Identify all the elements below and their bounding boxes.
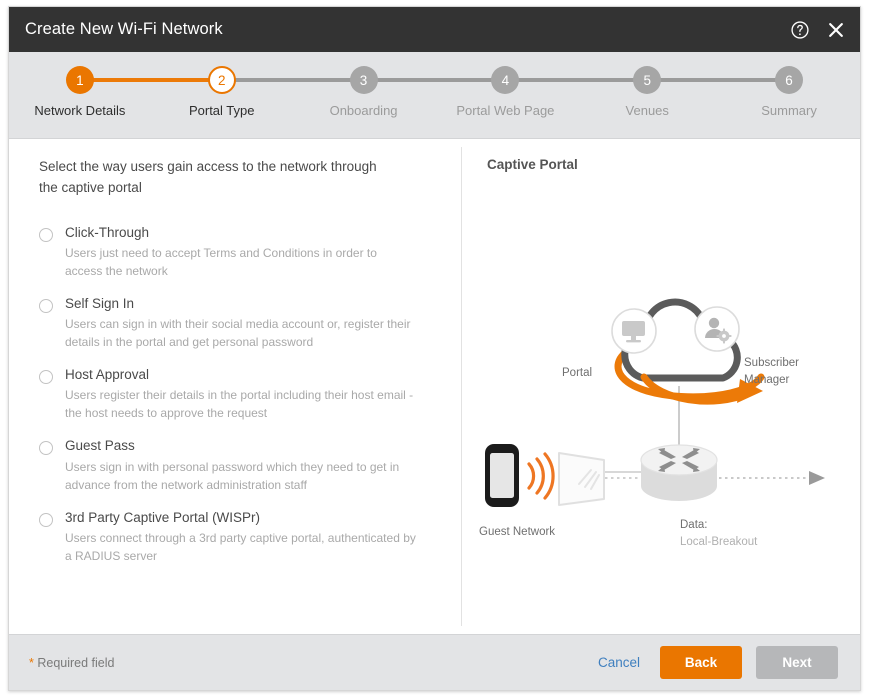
- radio-icon[interactable]: [39, 299, 53, 314]
- option-label: 3rd Party Captive Portal (WISPr): [65, 509, 261, 525]
- step-bubble[interactable]: 6: [775, 66, 804, 94]
- back-button[interactable]: Back: [660, 646, 742, 679]
- step-label: Summary: [761, 103, 817, 118]
- titlebar-actions: [790, 20, 846, 40]
- option-text: Click-Through Users just need to accept …: [65, 225, 439, 280]
- step-bubble[interactable]: 2: [207, 66, 236, 94]
- option-description: Users connect through a 3rd party captiv…: [65, 530, 416, 563]
- wizard-stepper: 1 Network Details 2 Portal Type 3 Onboar…: [9, 52, 860, 139]
- radio-icon[interactable]: [39, 441, 53, 456]
- option-description: Users just need to accept Terms and Cond…: [65, 246, 377, 279]
- option-description: Users sign in with personal password whi…: [65, 459, 400, 492]
- subscriber-icon-circle: [694, 306, 740, 352]
- option-label: Guest Pass: [65, 438, 135, 454]
- option-description: Users can sign in with their social medi…: [65, 317, 411, 350]
- wizard-dialog: Create New Wi-Fi Network 1 Network Detai…: [8, 6, 861, 691]
- option-label: Host Approval: [65, 367, 150, 383]
- subscriber-manager-label-line1: Subscriber: [744, 357, 799, 369]
- portal-type-options-pane: Select the way users gain access to the …: [9, 139, 461, 634]
- data-label-line2: Local-Breakout: [680, 536, 758, 548]
- arrow-right-icon: [809, 471, 825, 485]
- guest-network-label: Guest Network: [479, 526, 556, 538]
- option-third-party-captive-portal[interactable]: 3rd Party Captive Portal (WISPr) Users c…: [39, 510, 439, 565]
- required-field-note: * Required field: [29, 656, 592, 670]
- step-portal-type[interactable]: 2 Portal Type: [150, 52, 293, 138]
- router-icon: [640, 444, 718, 501]
- option-text: Host Approval Users register their detai…: [65, 367, 439, 422]
- option-self-sign-in[interactable]: Self Sign In Users can sign in with thei…: [39, 296, 439, 351]
- radio-icon[interactable]: [39, 512, 53, 527]
- portal-label: Portal: [562, 367, 593, 379]
- radio-icon[interactable]: [39, 370, 53, 385]
- option-guest-pass[interactable]: Guest Pass Users sign in with personal p…: [39, 438, 439, 493]
- option-text: Guest Pass Users sign in with personal p…: [65, 438, 439, 493]
- option-text: 3rd Party Captive Portal (WISPr) Users c…: [65, 510, 439, 565]
- close-icon[interactable]: [826, 20, 846, 40]
- step-network-details[interactable]: 1 Network Details: [9, 52, 151, 138]
- option-label: Self Sign In: [65, 296, 135, 312]
- required-field-text: Required field: [37, 655, 115, 670]
- wifi-waves-icon: [527, 452, 555, 500]
- diagram-pane: Captive Portal Portal Subscriber Manager…: [461, 139, 860, 634]
- footer-buttons: Cancel Back Next: [592, 646, 838, 679]
- step-label: Venues: [625, 103, 669, 118]
- instruction-text: Select the way users gain access to the …: [39, 159, 377, 195]
- step-label: Portal Web Page: [456, 103, 555, 118]
- access-point-icon: [558, 452, 605, 506]
- dialog-footer: * Required field Cancel Back Next: [9, 634, 860, 690]
- dialog-title: Create New Wi-Fi Network: [25, 20, 223, 38]
- step-label: Onboarding: [329, 103, 398, 118]
- step-list: 1 Network Details 2 Portal Type 3 Onboar…: [9, 52, 860, 138]
- step-bubble[interactable]: 1: [65, 66, 94, 94]
- radio-icon[interactable]: [39, 227, 53, 242]
- dialog-titlebar: Create New Wi-Fi Network: [9, 7, 860, 52]
- next-button[interactable]: Next: [756, 646, 838, 679]
- step-venues[interactable]: 5 Venues: [576, 52, 719, 138]
- step-bubble[interactable]: 3: [349, 66, 378, 94]
- diagram-title: Captive Portal: [487, 157, 578, 172]
- step-label: Portal Type: [188, 103, 255, 118]
- cancel-button[interactable]: Cancel: [592, 651, 646, 674]
- step-onboarding[interactable]: 3 Onboarding: [292, 52, 435, 138]
- option-host-approval[interactable]: Host Approval Users register their detai…: [39, 367, 439, 422]
- step-portal-web-page[interactable]: 4 Portal Web Page: [434, 52, 577, 138]
- step-bubble[interactable]: 4: [491, 66, 520, 94]
- option-text: Self Sign In Users can sign in with thei…: [65, 296, 439, 351]
- step-summary[interactable]: 6 Summary: [718, 52, 860, 138]
- data-label-line1: Data:: [680, 519, 708, 531]
- option-click-through[interactable]: Click-Through Users just need to accept …: [39, 225, 439, 280]
- option-description: Users register their details in the port…: [65, 388, 414, 421]
- required-asterisk: *: [29, 655, 34, 670]
- dialog-content: Select the way users gain access to the …: [9, 139, 860, 634]
- option-label: Click-Through: [65, 224, 150, 240]
- step-bubble[interactable]: 5: [633, 66, 662, 94]
- subscriber-manager-label-line2: Manager: [744, 374, 790, 386]
- step-label: Network Details: [34, 103, 126, 118]
- help-circle-icon[interactable]: [790, 20, 810, 40]
- captive-portal-diagram: Portal Subscriber Manager Guest Network …: [461, 181, 851, 601]
- diagram-graphic: [485, 298, 825, 507]
